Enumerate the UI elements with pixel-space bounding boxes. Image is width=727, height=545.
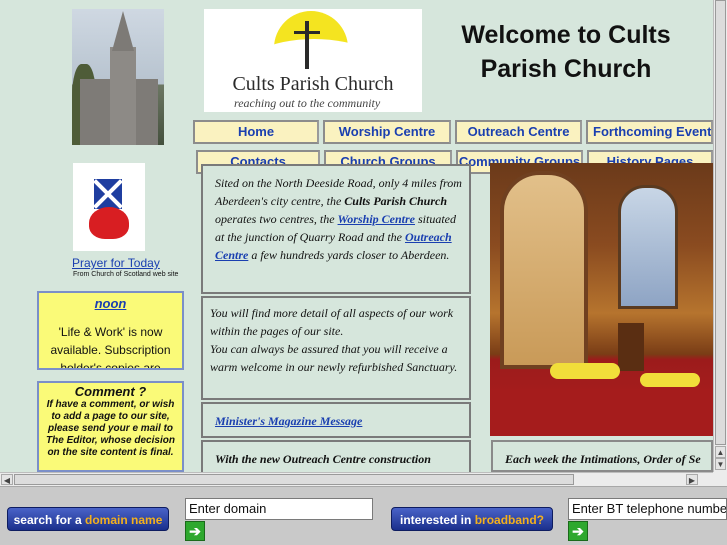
vertical-scroll-thumb[interactable] [715,0,726,445]
scroll-up-icon[interactable]: ▲ [715,446,726,458]
intro-panel: Sited on the North Deeside Road, only 4 … [201,164,471,294]
comment-text: If have a comment, or wish to add a page… [46,399,175,458]
broadband-button[interactable]: interested in broadband? [391,507,553,531]
horizontal-scrollbar[interactable]: ◀ ▶ [0,472,713,486]
vertical-scrollbar[interactable]: ▲ ▼ [713,0,727,472]
church-exterior-photo [72,9,164,145]
info-panel: You will find more detail of all aspects… [201,296,471,400]
domain-go-arrow-icon[interactable]: ➔ [185,521,205,541]
church-of-scotland-logo[interactable] [73,163,145,251]
horizontal-scroll-thumb[interactable] [14,474,574,485]
phone-go-arrow-icon[interactable]: ➔ [568,521,588,541]
outreach-text: With the new Outreach Centre constructio… [215,452,431,472]
domain-search-button[interactable]: search for a domain name [7,507,169,531]
scroll-right-icon[interactable]: ▶ [686,474,698,485]
noon-link[interactable]: noon [39,296,182,311]
nav-worship-centre[interactable]: Worship Centre [323,120,451,144]
prayer-source: From Church of Scotland web site [73,271,179,278]
domain-input[interactable]: Enter domain [185,498,373,520]
magazine-panel: Minister's Magazine Message [201,402,471,438]
worship-centre-link[interactable]: Worship Centre [338,212,415,226]
sanctuary-photo [490,163,713,436]
outreach-panel: With the new Outreach Centre constructio… [201,440,471,472]
nav-outreach-centre[interactable]: Outreach Centre [455,120,582,144]
ministers-magazine-link[interactable]: Minister's Magazine Message [215,414,362,428]
scroll-down-icon[interactable]: ▼ [715,458,726,470]
nav-forthcoming-events[interactable]: Forthcoming Events [586,120,713,144]
phone-number-input[interactable]: Enter BT telephone number [568,498,727,520]
detail-text: You will find more detail of all aspects… [210,306,454,338]
scroll-corner [713,472,727,486]
comment-box: Comment ? If have a comment, or wish to … [37,381,184,472]
church-logo[interactable]: Cults Parish Church reaching out to the … [204,9,422,112]
comment-title: Comment ? [74,384,147,399]
page-title: Welcome to Cults Parish Church [461,21,671,83]
advert-bar: search for a domain name Enter domain ➔ … [0,486,727,545]
prayer-for-today-link[interactable]: Prayer for Today [72,256,160,270]
logo-name: Cults Parish Church [232,73,394,95]
noon-box: noon 'Life & Work' is now available. Sub… [37,291,184,370]
cross-icon [305,21,309,69]
nav-home[interactable]: Home [193,120,319,144]
intimations-panel: Each week the Intimations, Order of Se [491,440,713,472]
scroll-left-icon[interactable]: ◀ [1,474,13,485]
logo-tagline: reaching out to the community [234,96,381,110]
noon-text: 'Life & Work' is now available. Subscrip… [50,325,171,370]
welcome-text: You can always be assured that you will … [210,342,458,374]
web-page: Cults Parish Church reaching out to the … [0,0,713,472]
